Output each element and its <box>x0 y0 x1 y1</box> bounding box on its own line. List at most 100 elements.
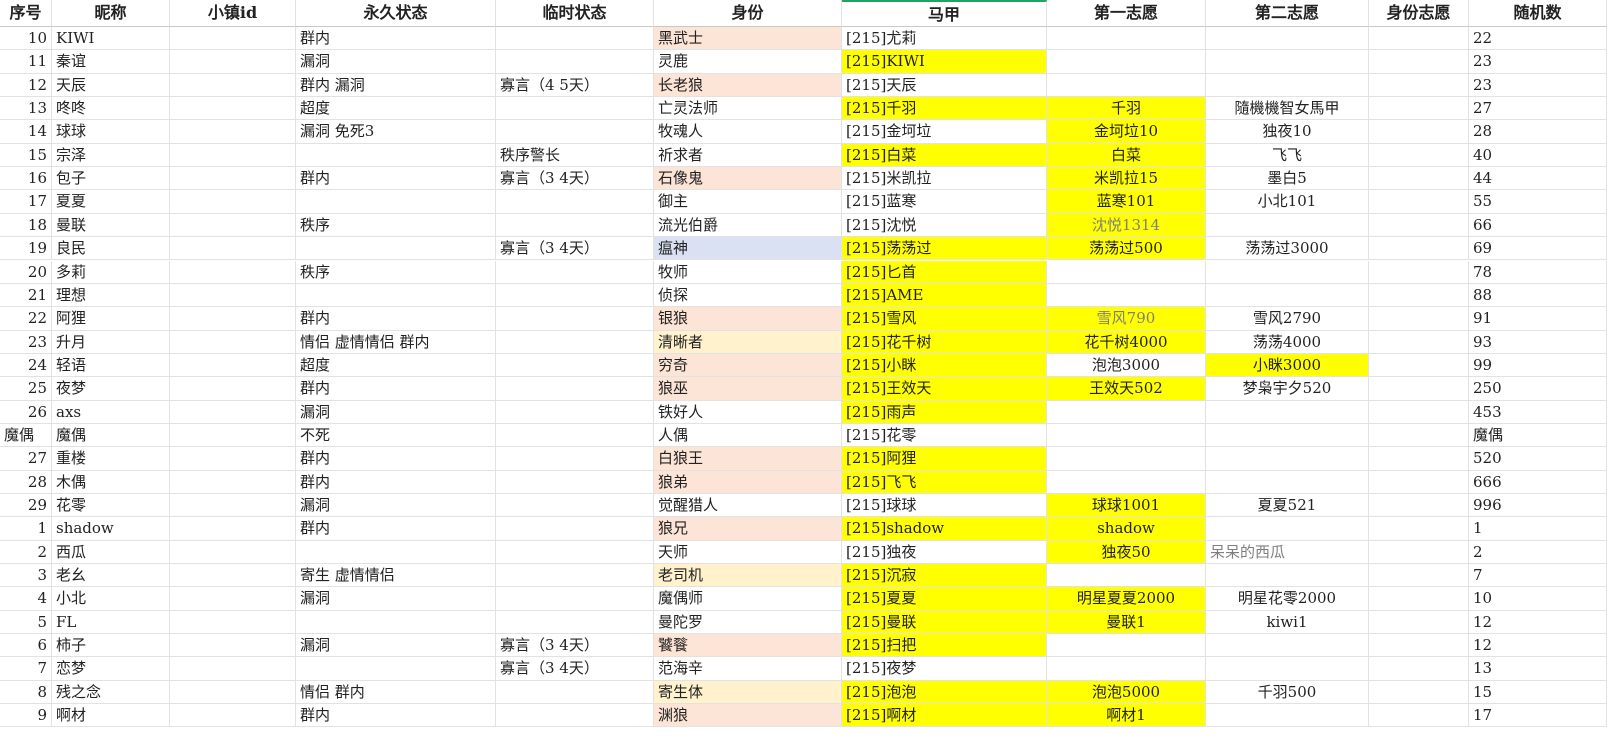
cell-alt[interactable]: [215]花零 <box>842 423 1047 448</box>
cell-role[interactable]: 觉醒猎人 <box>654 494 842 518</box>
cell-wish2[interactable] <box>1206 27 1369 51</box>
cell-wish1[interactable] <box>1047 400 1206 424</box>
cell-nick[interactable]: 花零 <box>52 494 170 518</box>
cell-townid[interactable] <box>170 213 296 238</box>
cell-seq[interactable]: 22 <box>0 307 52 331</box>
cell-role[interactable]: 瘟神 <box>654 237 842 261</box>
cell-alt[interactable]: [215]蓝寒 <box>842 190 1047 214</box>
cell-temp[interactable] <box>496 190 654 214</box>
cell-wish1[interactable] <box>1047 27 1206 51</box>
cell-alt[interactable]: [215]夜梦 <box>842 657 1047 681</box>
cell-seq[interactable]: 27 <box>0 447 52 471</box>
cell-role[interactable]: 狼弟 <box>654 470 842 494</box>
cell-perm[interactable]: 群内 <box>296 470 496 494</box>
cell-perm[interactable]: 漏洞 <box>296 50 496 74</box>
cell-alt[interactable]: [215]匕首 <box>842 260 1047 284</box>
cell-wish1[interactable]: 曼联1 <box>1047 610 1206 635</box>
cell-temp[interactable] <box>496 260 654 284</box>
cell-temp[interactable] <box>496 517 654 541</box>
cell-rolewish[interactable] <box>1369 494 1469 518</box>
cell-nick[interactable]: 宗泽 <box>52 143 170 168</box>
column-header-nick[interactable]: 昵称 <box>52 0 170 27</box>
cell-alt[interactable]: [215]白菜 <box>842 143 1047 168</box>
cell-rand[interactable]: 666 <box>1469 470 1607 494</box>
cell-rand[interactable]: 44 <box>1469 167 1607 191</box>
cell-temp[interactable] <box>496 120 654 144</box>
cell-rand[interactable]: 23 <box>1469 50 1607 74</box>
cell-rolewish[interactable] <box>1369 564 1469 588</box>
cell-alt[interactable]: [215]啊材 <box>842 704 1047 728</box>
cell-wish2[interactable]: 墨白5 <box>1206 167 1369 191</box>
cell-wish2[interactable]: 飞飞 <box>1206 143 1369 168</box>
cell-alt[interactable]: [215]球球 <box>842 494 1047 518</box>
cell-wish2[interactable] <box>1206 657 1369 681</box>
cell-rand[interactable]: 93 <box>1469 330 1607 354</box>
cell-temp[interactable]: 秩序警长 <box>496 143 654 168</box>
cell-townid[interactable] <box>170 657 296 681</box>
cell-alt[interactable]: [215]荡荡过 <box>842 237 1047 261</box>
cell-temp[interactable] <box>496 423 654 448</box>
cell-role[interactable]: 穷奇 <box>654 353 842 378</box>
cell-wish2[interactable]: 荡荡过3000 <box>1206 237 1369 261</box>
cell-townid[interactable] <box>170 447 296 471</box>
cell-rand[interactable]: 69 <box>1469 237 1607 261</box>
cell-perm[interactable]: 群内 <box>296 27 496 51</box>
cell-alt[interactable]: [215]扫把 <box>842 634 1047 658</box>
cell-perm[interactable]: 情侣 群内 <box>296 680 496 705</box>
cell-wish2[interactable] <box>1206 423 1369 448</box>
cell-seq[interactable]: 17 <box>0 190 52 214</box>
cell-nick[interactable]: 啊材 <box>52 704 170 728</box>
cell-nick[interactable]: 良民 <box>52 237 170 261</box>
cell-perm[interactable] <box>296 143 496 168</box>
cell-nick[interactable]: 阿狸 <box>52 307 170 331</box>
cell-perm[interactable]: 群内 <box>296 517 496 541</box>
cell-townid[interactable] <box>170 97 296 121</box>
cell-temp[interactable] <box>496 377 654 401</box>
cell-temp[interactable] <box>496 447 654 471</box>
cell-alt[interactable]: [215]天辰 <box>842 73 1047 98</box>
cell-rand[interactable]: 17 <box>1469 704 1607 728</box>
cell-temp[interactable]: 寡言（4 5天） <box>496 73 654 98</box>
cell-townid[interactable] <box>170 634 296 658</box>
cell-perm[interactable]: 秩序 <box>296 213 496 238</box>
cell-temp[interactable] <box>496 213 654 238</box>
cell-perm[interactable]: 漏洞 <box>296 494 496 518</box>
cell-townid[interactable] <box>170 423 296 448</box>
cell-wish2[interactable]: 荡荡4000 <box>1206 330 1369 354</box>
cell-rand[interactable]: 13 <box>1469 657 1607 681</box>
cell-rolewish[interactable] <box>1369 307 1469 331</box>
cell-nick[interactable]: FL <box>52 610 170 635</box>
cell-townid[interactable] <box>170 517 296 541</box>
cell-role[interactable]: 铁好人 <box>654 400 842 424</box>
cell-wish1[interactable] <box>1047 447 1206 471</box>
cell-alt[interactable]: [215]沉寂 <box>842 564 1047 588</box>
cell-seq[interactable]: 21 <box>0 283 52 308</box>
cell-rand[interactable]: 2 <box>1469 540 1607 565</box>
cell-wish1[interactable]: 金坷垃10 <box>1047 120 1206 144</box>
cell-rolewish[interactable] <box>1369 400 1469 424</box>
cell-seq[interactable]: 7 <box>0 657 52 681</box>
cell-rolewish[interactable] <box>1369 377 1469 401</box>
cell-wish1[interactable]: 米凯拉15 <box>1047 167 1206 191</box>
cell-rand[interactable]: 23 <box>1469 73 1607 98</box>
cell-nick[interactable]: 理想 <box>52 283 170 308</box>
cell-nick[interactable]: 重楼 <box>52 447 170 471</box>
cell-wish2[interactable]: 小眯3000 <box>1206 353 1369 378</box>
cell-temp[interactable] <box>496 680 654 705</box>
cell-wish1[interactable]: 啊材1 <box>1047 704 1206 728</box>
cell-seq[interactable]: 18 <box>0 213 52 238</box>
cell-seq[interactable]: 15 <box>0 143 52 168</box>
cell-role[interactable]: 银狼 <box>654 307 842 331</box>
cell-perm[interactable]: 群内 <box>296 307 496 331</box>
cell-wish2[interactable]: 明星花零2000 <box>1206 587 1369 611</box>
cell-temp[interactable] <box>496 330 654 354</box>
cell-rolewish[interactable] <box>1369 587 1469 611</box>
cell-nick[interactable]: 柿子 <box>52 634 170 658</box>
cell-wish2[interactable]: 夏夏521 <box>1206 494 1369 518</box>
cell-wish2[interactable] <box>1206 50 1369 74</box>
cell-role[interactable]: 人偶 <box>654 423 842 448</box>
cell-alt[interactable]: [215]曼联 <box>842 610 1047 635</box>
cell-alt[interactable]: [215]阿狸 <box>842 447 1047 471</box>
cell-nick[interactable]: 木偶 <box>52 470 170 494</box>
cell-role[interactable]: 饕餮 <box>654 634 842 658</box>
